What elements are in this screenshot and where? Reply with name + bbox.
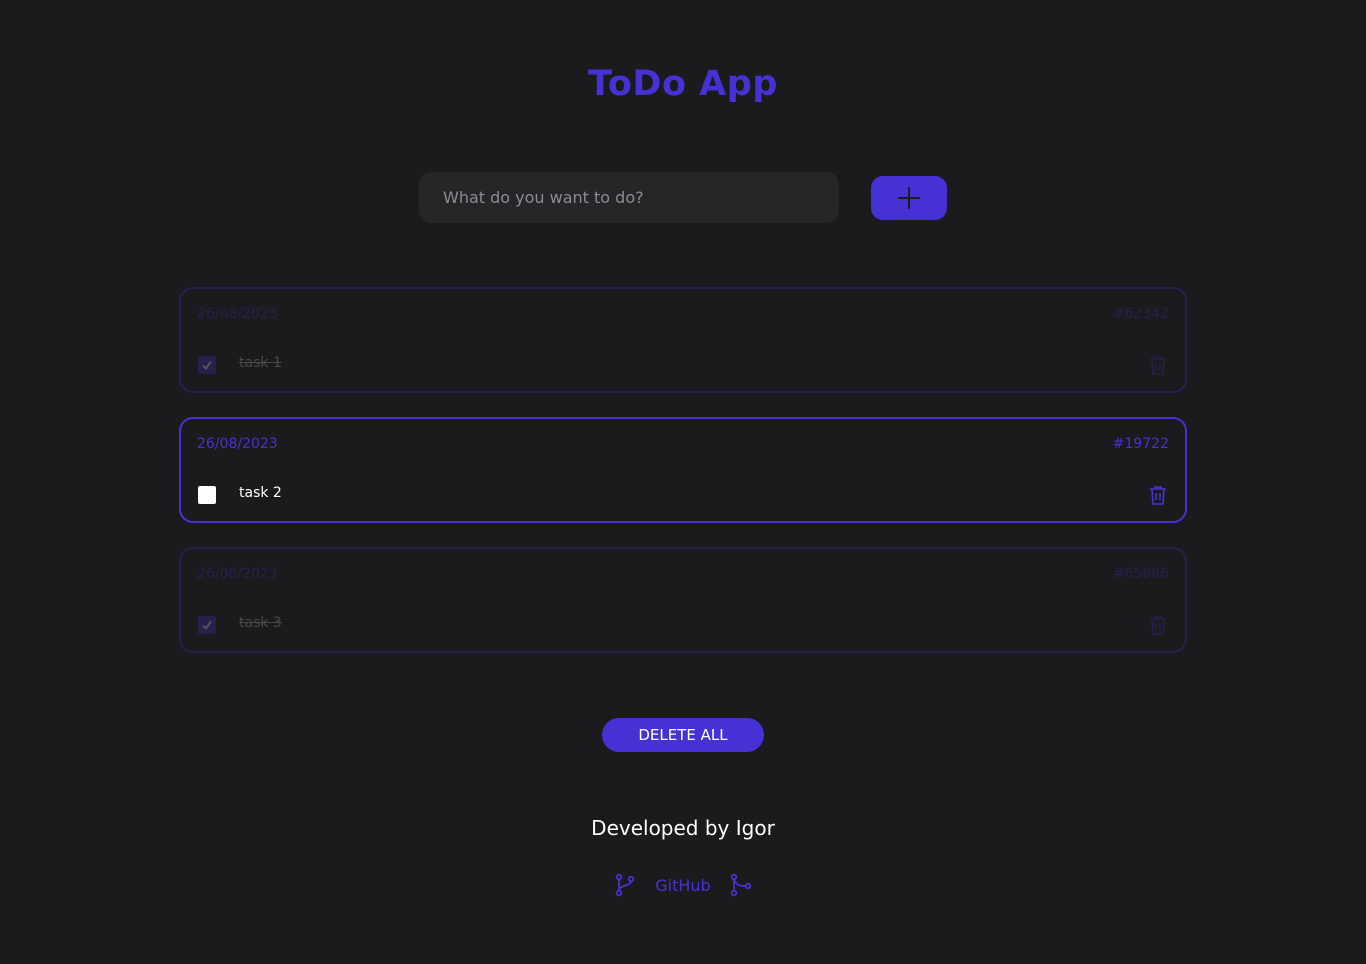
task-date: 26/08/2023: [197, 306, 278, 322]
trash-icon[interactable]: [1149, 485, 1167, 505]
task-text: task 2: [239, 485, 282, 501]
task-text: task 3: [239, 615, 282, 631]
task-card: 26/08/2023 #19722 task 2: [179, 417, 1187, 523]
task-checkbox[interactable]: [198, 616, 216, 634]
task-id: #65886: [1112, 566, 1169, 582]
app-title: ToDo App: [588, 64, 778, 104]
developer-credit: Developed by Igor: [591, 816, 775, 840]
task-checkbox[interactable]: [198, 356, 216, 374]
git-branch-icon: [616, 873, 635, 897]
task-date: 26/08/2023: [197, 436, 278, 452]
add-task-form: [419, 172, 947, 223]
delete-all-button[interactable]: DELETE ALL: [602, 718, 764, 752]
task-id: #19722: [1112, 436, 1169, 452]
trash-icon[interactable]: [1149, 355, 1167, 375]
check-icon: [202, 620, 212, 631]
plus-icon: [898, 187, 920, 209]
task-text: task 1: [239, 355, 282, 371]
task-date: 26/08/2023: [197, 566, 278, 582]
github-row: GitHub: [0, 873, 1366, 897]
task-id: #62342: [1112, 306, 1169, 322]
task-card: 26/08/2023 #65886 task 3: [179, 547, 1187, 653]
check-icon: [202, 360, 212, 371]
github-link[interactable]: GitHub: [655, 876, 710, 895]
trash-icon[interactable]: [1149, 615, 1167, 635]
app-page: ToDo App 26/08/2023 #62342 task 1 26/08/…: [0, 0, 1366, 964]
task-card: 26/08/2023 #62342 task 1: [179, 287, 1187, 393]
add-task-button[interactable]: [871, 176, 947, 220]
git-merge-icon: [730, 873, 751, 897]
task-checkbox[interactable]: [198, 486, 216, 504]
task-input[interactable]: [419, 172, 839, 223]
